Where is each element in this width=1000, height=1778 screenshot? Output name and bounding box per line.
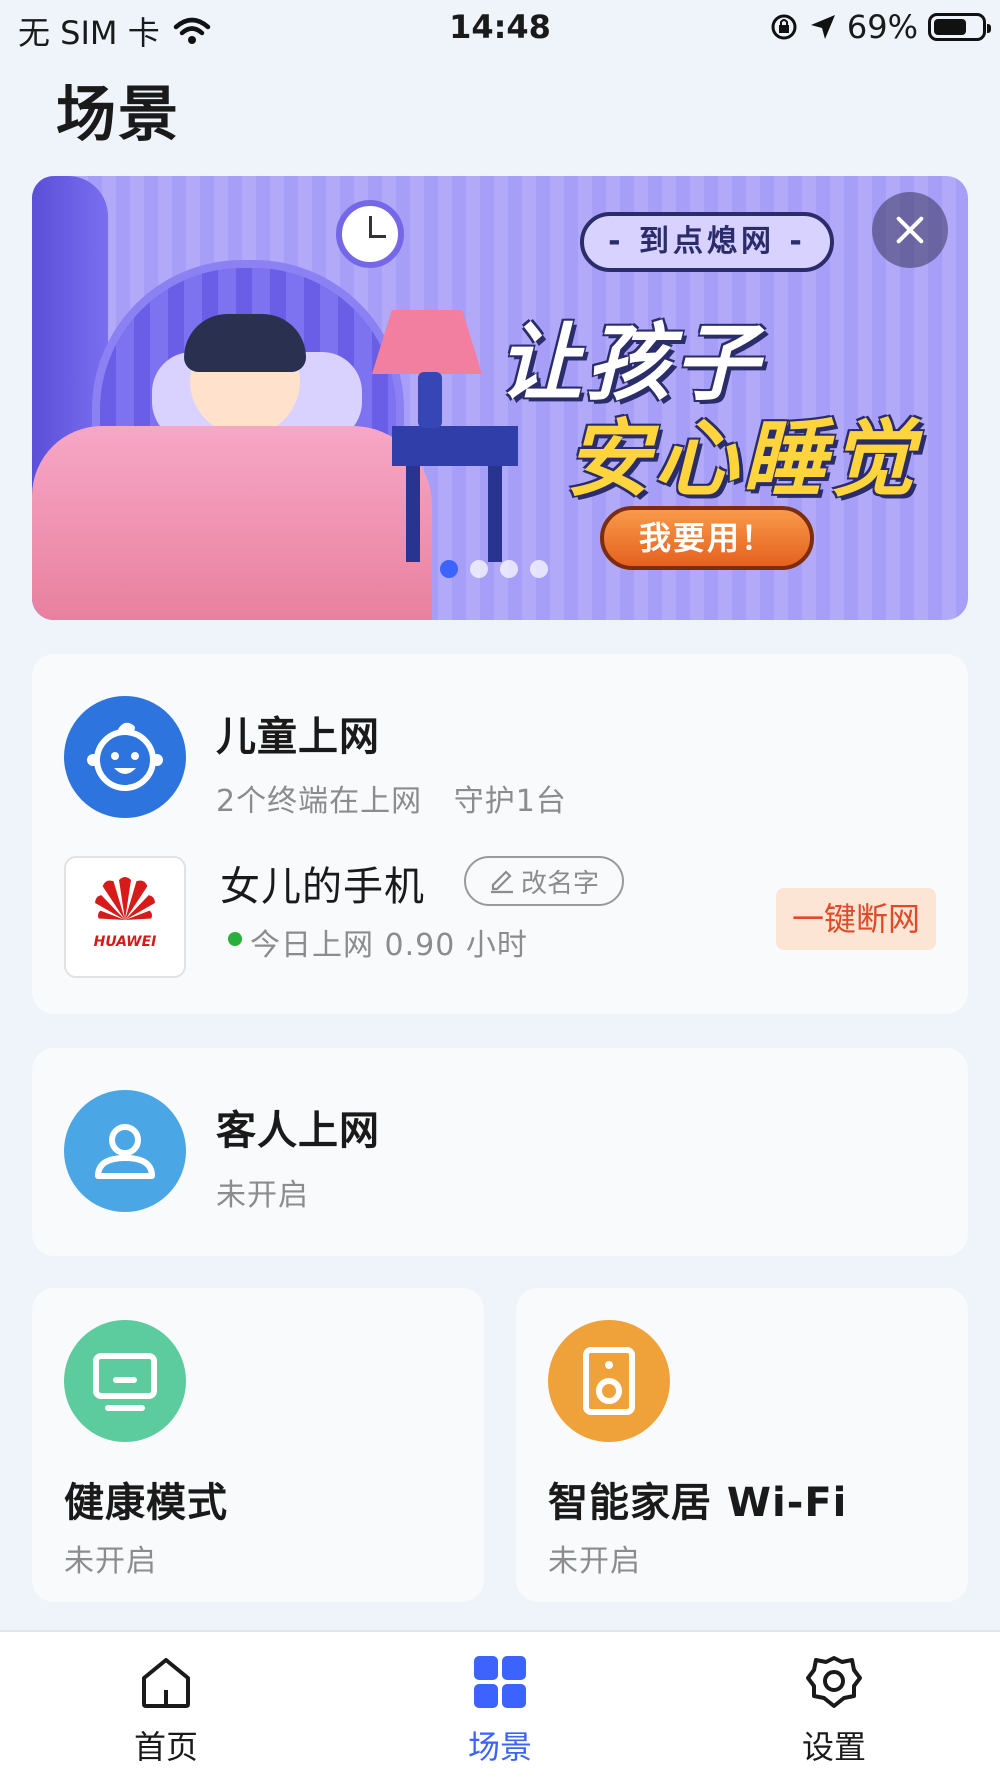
tab-scenes-label: 场景 [467,1728,532,1766]
grid-icon [474,1656,526,1708]
status-bar: 无 SIM 卡 14:48 69% [0,0,1000,56]
guest-card-status: 未开启 [216,1178,309,1213]
location-arrow-icon [810,15,835,39]
gear-icon [806,1656,862,1708]
speaker-icon [548,1320,670,1442]
carousel-dot[interactable] [440,560,458,578]
blanket-illustration [32,426,432,620]
device-usage: 今日上网 0.90 小时 [250,928,528,963]
kids-card-title: 儿童上网 [216,714,380,760]
rename-button[interactable]: 改名字 [464,856,624,906]
health-mode-card[interactable]: 健康模式 未开启 [32,1288,484,1602]
carousel-dots [440,560,548,578]
page-title: 场景 [56,80,180,150]
health-card-title: 健康模式 [64,1480,228,1526]
nightstand-illustration [392,426,518,576]
smarthome-wifi-card[interactable]: 智能家居 Wi-Fi 未开启 [516,1288,968,1602]
carousel-dot[interactable] [530,560,548,578]
banner-cta-button[interactable]: 我要用！ [600,506,814,570]
banner-close-icon[interactable] [872,192,948,268]
tab-scenes[interactable]: 场景 [420,1632,580,1778]
banner-headline-2: 安心睡觉 [565,410,918,508]
battery-level [934,19,966,35]
carousel-dot[interactable] [470,560,488,578]
rename-label: 改名字 [520,868,599,899]
carousel-dot[interactable] [500,560,518,578]
home-icon [142,1658,190,1708]
tab-settings-label: 设置 [801,1728,866,1766]
lamp-base-illustration [418,372,442,428]
battery-percent: 69% [846,8,918,46]
online-status-dot [228,932,242,946]
baby-face-icon [64,696,186,818]
monitor-icon [64,1320,186,1442]
smarthome-card-status: 未开启 [548,1544,641,1579]
huawei-logo-text: HUAWEI [93,934,157,950]
child-hair-illustration [184,314,306,372]
battery-icon [928,13,991,41]
tab-settings[interactable]: 设置 [754,1632,914,1778]
rotation-lock-icon [771,14,797,40]
device-name: 女儿的手机 [220,864,425,910]
huawei-logo: HUAWEI [64,856,186,978]
lamp-illustration [372,310,482,374]
guest-card-title: 客人上网 [216,1108,380,1154]
tab-home-label: 首页 [133,1728,198,1766]
smarthome-card-title: 智能家居 Wi-Fi [548,1480,848,1526]
disconnect-button[interactable]: 一键断网 [776,888,936,950]
banner-tag: - 到点熄网 - [580,212,834,272]
status-right: 69% [769,8,991,46]
clock-icon [336,200,404,268]
kids-card-subtitle: 2个终端在上网 守护1台 [216,784,567,819]
pencil-icon [490,870,513,894]
kids-internet-card[interactable]: 儿童上网 2个终端在上网 守护1台 HUAWEI 女儿的手机 改名字 今日上网 … [32,654,968,1014]
health-card-status: 未开启 [64,1544,157,1579]
promo-banner[interactable]: - 到点熄网 - 让孩子 安心睡觉 我要用！ [32,176,968,620]
person-icon [64,1090,186,1212]
guest-internet-card[interactable]: 客人上网 未开启 [32,1048,968,1256]
bottom-tab-bar: 首页 场景 设置 [0,1630,1000,1778]
tab-home[interactable]: 首页 [86,1632,246,1778]
